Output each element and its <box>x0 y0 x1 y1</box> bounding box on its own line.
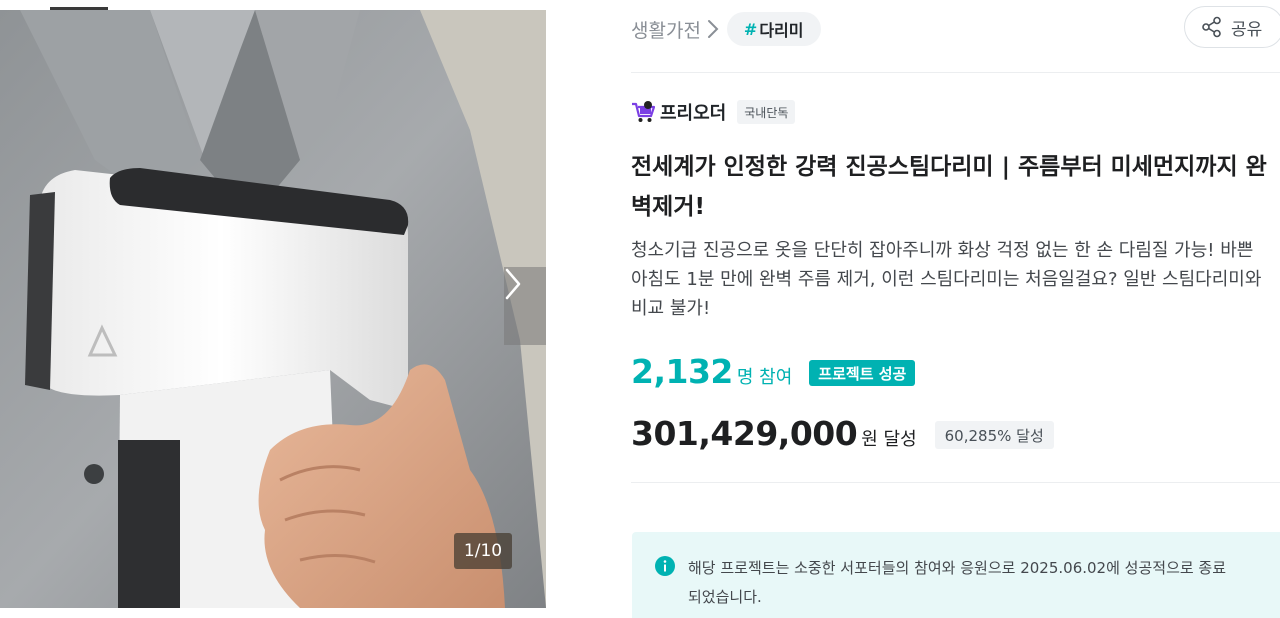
supporters-stat: 2,132 명 참여 프로젝트 성공 <box>631 352 916 394</box>
info-icon <box>655 556 675 576</box>
top-divider <box>0 0 1280 10</box>
tag-chip[interactable]: # 다리미 <box>726 12 821 46</box>
breadcrumb-category[interactable]: 생활가전 <box>631 16 701 43</box>
breadcrumb: 생활가전 # 다리미 <box>631 12 821 46</box>
gallery-next-button[interactable] <box>504 267 546 345</box>
maker-badge: 국내단독 <box>737 100 796 124</box>
notice-text: 해당 프로젝트는 소중한 서포터들의 참여와 응원으로 2025.06.02에 … <box>688 559 1227 606</box>
maker-name[interactable]: 프리오더 <box>660 99 726 125</box>
maker-info[interactable]: 프리오더 국내단독 <box>631 97 796 127</box>
project-title: 전세계가 인정한 강력 진공스팀다리미 | 주름부터 미세먼지까지 완벽제거! <box>631 154 1267 220</box>
divider <box>631 482 1280 483</box>
image-counter: 1/10 <box>454 533 512 569</box>
project-end-notice: 해당 프로젝트는 소중한 서포터들의 참여와 응원으로 2025.06.02에 … <box>632 532 1280 618</box>
cart-icon <box>632 101 655 122</box>
product-image-gallery[interactable]: 1/10 <box>0 10 546 608</box>
achievement-percent-badge: 60,285% 달성 <box>934 421 1054 449</box>
chevron-right-icon <box>505 268 521 300</box>
chevron-right-icon <box>707 19 719 39</box>
amount-unit: 원 달성 <box>861 429 917 450</box>
divider <box>631 72 1280 73</box>
share-button[interactable]: 공유 <box>1184 6 1280 48</box>
project-description: 청소기급 진공으로 옷을 단단히 잡아주니까 화상 걱정 없는 한 손 다림질 … <box>631 240 1262 319</box>
amount-raised: 301,429,000 <box>631 414 858 453</box>
status-badge: 프로젝트 성공 <box>809 360 916 386</box>
tag-hash: # <box>743 19 758 39</box>
amount-stat: 301,429,000 원 달성 60,285% 달성 <box>631 414 1054 456</box>
tag-label: 다리미 <box>759 21 804 40</box>
supporters-count: 2,132 <box>631 352 733 391</box>
product-photo <box>0 10 546 608</box>
share-icon <box>1202 16 1221 38</box>
share-label: 공유 <box>1231 19 1263 40</box>
supporters-unit: 명 참여 <box>736 367 793 388</box>
